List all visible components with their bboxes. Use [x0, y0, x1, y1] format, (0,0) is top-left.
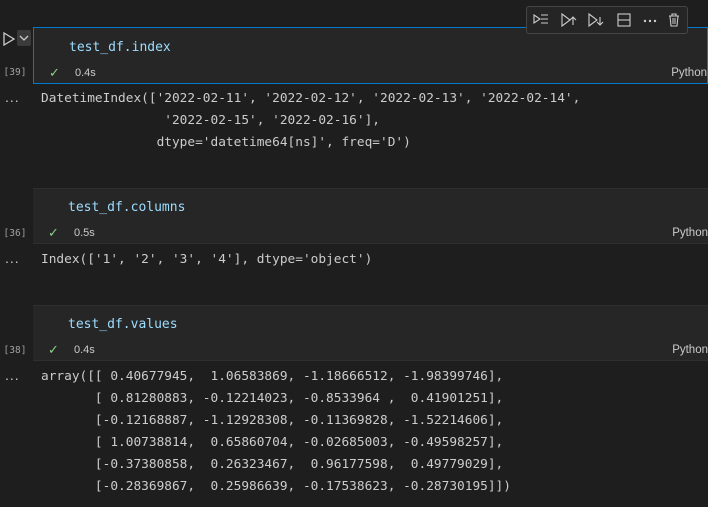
- code-cell[interactable]: test_df.values ✓ 0.4s Python: [33, 305, 708, 361]
- play-icon: [3, 31, 16, 47]
- execution-time: 0.5s: [74, 227, 95, 239]
- execute-cell-and-below-icon: [561, 12, 577, 28]
- cell-language-label[interactable]: Python: [672, 344, 708, 356]
- more-actions-button[interactable]: [641, 11, 659, 29]
- execute-cell-and-below-button[interactable]: [559, 11, 577, 29]
- run-cell-button[interactable]: [0, 30, 18, 48]
- execute-cell-and-above-button[interactable]: [586, 11, 604, 29]
- execution-count: [39]: [3, 67, 27, 78]
- cell-code[interactable]: test_df.values: [68, 317, 178, 332]
- run-options-dropdown[interactable]: [17, 30, 31, 46]
- cell-toolbar: [526, 6, 688, 34]
- success-check-icon: ✓: [48, 225, 59, 240]
- delete-cell-button[interactable]: [665, 11, 683, 29]
- chevron-down-icon: [19, 35, 29, 41]
- execute-above-button[interactable]: [532, 11, 550, 29]
- cell-code[interactable]: test_df.index: [69, 40, 171, 55]
- code-cell[interactable]: test_df.index ✓ 0.4s Python: [33, 27, 708, 84]
- code-cell[interactable]: test_df.columns ✓ 0.5s Python: [33, 188, 708, 244]
- cell-code[interactable]: test_df.columns: [68, 200, 185, 215]
- execution-count: [36]: [3, 228, 27, 239]
- delete-icon: [669, 13, 679, 27]
- more-actions-icon: [643, 19, 657, 23]
- execution-time: 0.4s: [74, 344, 95, 356]
- success-check-icon: ✓: [49, 65, 60, 80]
- execution-count: [38]: [3, 345, 27, 356]
- output-menu-icon[interactable]: ...: [5, 89, 20, 105]
- cell-output: array([[ 0.40677945, 1.06583869, -1.1866…: [41, 369, 511, 494]
- execution-time: 0.4s: [75, 67, 96, 79]
- split-cell-icon: [617, 13, 631, 27]
- output-menu-icon[interactable]: ...: [5, 250, 20, 266]
- output-menu-icon[interactable]: ...: [5, 367, 20, 383]
- cell-output: Index(['1', '2', '3', '4'], dtype='objec…: [41, 252, 373, 267]
- cell-language-label[interactable]: Python: [672, 227, 708, 239]
- cell-language-label[interactable]: Python: [671, 67, 707, 79]
- execute-cell-and-above-icon: [588, 12, 604, 28]
- cell-output: DatetimeIndex(['2022-02-11', '2022-02-12…: [41, 91, 581, 150]
- execute-above-icon: [533, 13, 548, 25]
- split-cell-button[interactable]: [615, 11, 633, 29]
- success-check-icon: ✓: [48, 342, 59, 357]
